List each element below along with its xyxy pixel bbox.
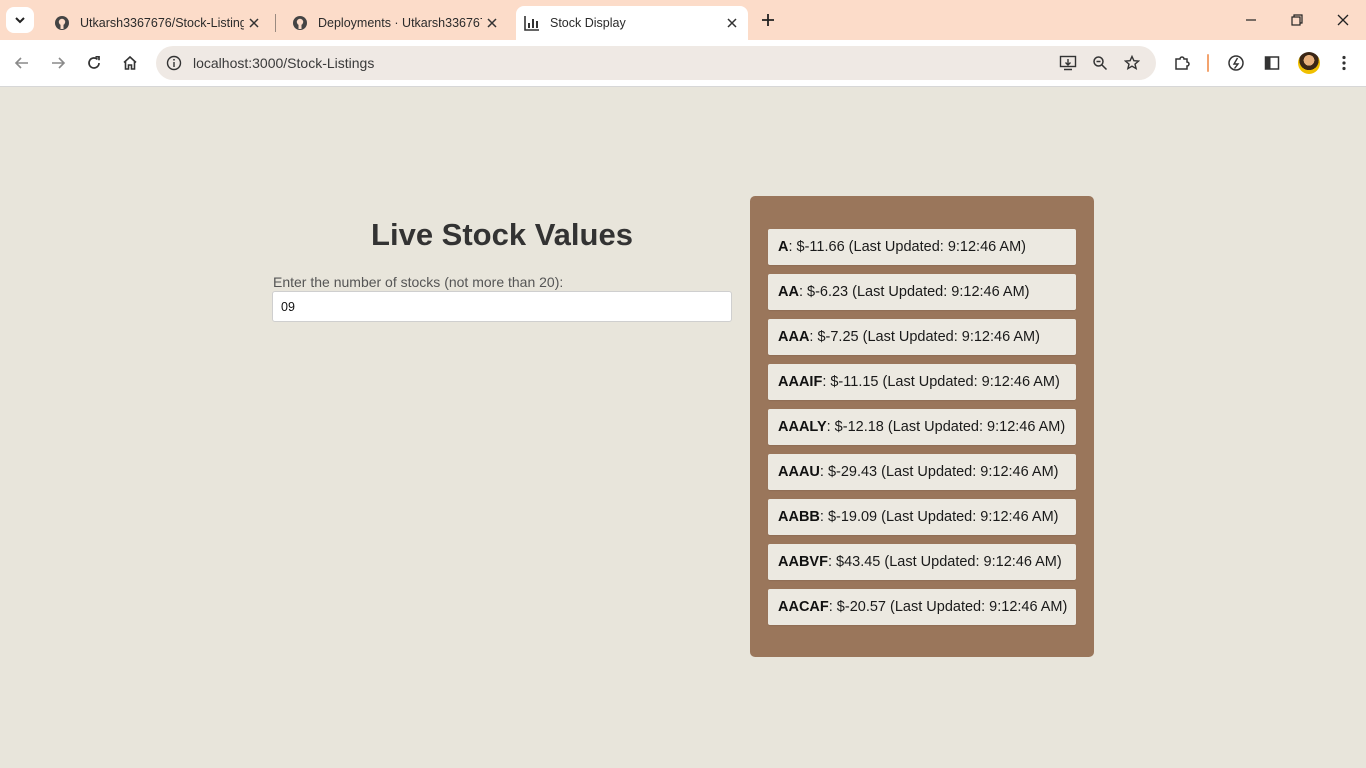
chevron-down-icon <box>15 17 25 24</box>
close-window-button[interactable] <box>1329 6 1357 34</box>
stock-symbol: AAALY <box>778 419 827 435</box>
tab-stock-display[interactable]: Stock Display <box>516 6 748 40</box>
stock-count-label: Enter the number of stocks (not more tha… <box>273 274 564 290</box>
stock-item: AABVF: $43.45 (Last Updated: 9:12:46 AM) <box>768 544 1076 580</box>
back-button[interactable] <box>8 49 36 77</box>
stock-details: : $-6.23 (Last Updated: 9:12:46 AM) <box>798 284 1030 300</box>
page-content: Live Stock Values Enter the number of st… <box>0 87 1366 768</box>
tab-divider <box>275 14 276 32</box>
reload-button[interactable] <box>80 49 108 77</box>
stock-symbol: AABVF <box>778 554 828 570</box>
zoom-icon[interactable] <box>1090 53 1110 73</box>
tab-title: Utkarsh3367676/Stock-Listings <box>80 16 244 30</box>
performance-button[interactable] <box>1222 49 1250 77</box>
stock-details: : $-12.18 (Last Updated: 9:12:46 AM) <box>826 419 1066 435</box>
side-panel-button[interactable] <box>1258 49 1286 77</box>
plus-icon <box>762 14 774 26</box>
stock-details: : $-29.43 (Last Updated: 9:12:46 AM) <box>819 464 1059 480</box>
stock-symbol: AAAIF <box>778 374 823 390</box>
home-icon <box>123 55 137 70</box>
page-title: Live Stock Values <box>371 217 633 252</box>
stock-item: AABB: $-19.09 (Last Updated: 9:12:46 AM) <box>768 499 1076 535</box>
stock-symbol: AAA <box>778 329 810 345</box>
arrow-left-icon <box>14 57 28 69</box>
bookmark-star-icon[interactable] <box>1122 53 1142 73</box>
kebab-menu-icon <box>1342 55 1346 71</box>
install-app-icon[interactable] <box>1058 53 1078 73</box>
site-info-icon[interactable] <box>164 53 184 73</box>
speedometer-icon <box>1228 55 1244 71</box>
stock-details: : $43.45 (Last Updated: 9:12:46 AM) <box>827 554 1062 570</box>
stock-symbol: AAAU <box>778 464 820 480</box>
extensions-button[interactable] <box>1168 49 1196 77</box>
stock-item: AAALY: $-12.18 (Last Updated: 9:12:46 AM… <box>768 409 1076 445</box>
close-icon[interactable] <box>482 13 502 33</box>
close-icon[interactable] <box>722 13 742 33</box>
tab-stock-listings[interactable]: Utkarsh3367676/Stock-Listings <box>42 6 270 40</box>
stock-count-input[interactable] <box>272 291 732 322</box>
tab-title: Stock Display <box>550 16 626 30</box>
stock-item: AAAIF: $-11.15 (Last Updated: 9:12:46 AM… <box>768 364 1076 400</box>
restore-icon <box>1291 14 1303 26</box>
toolbar-divider <box>1207 54 1209 72</box>
stock-list-panel: A: $-11.66 (Last Updated: 9:12:46 AM) AA… <box>750 196 1094 657</box>
stock-symbol: AA <box>778 284 799 300</box>
reload-icon <box>88 55 100 69</box>
stock-details: : $-7.25 (Last Updated: 9:12:46 AM) <box>809 329 1040 345</box>
forward-button[interactable] <box>44 49 72 77</box>
github-icon <box>292 15 308 31</box>
stock-item: AAAU: $-29.43 (Last Updated: 9:12:46 AM) <box>768 454 1076 490</box>
arrow-right-icon <box>52 57 66 69</box>
stock-item: A: $-11.66 (Last Updated: 9:12:46 AM) <box>768 229 1076 265</box>
side-panel-icon <box>1264 56 1280 70</box>
close-icon <box>1337 14 1349 26</box>
minimize-icon <box>1246 19 1256 21</box>
stock-details: : $-20.57 (Last Updated: 9:12:46 AM) <box>828 599 1068 615</box>
browser-toolbar: localhost:3000/Stock-Listings <box>0 40 1366 87</box>
stock-item: AACAF: $-20.57 (Last Updated: 9:12:46 AM… <box>768 589 1076 625</box>
stock-symbol: AACAF <box>778 599 829 615</box>
address-bar[interactable]: localhost:3000/Stock-Listings <box>156 46 1156 80</box>
github-icon <box>54 15 70 31</box>
close-icon[interactable] <box>244 13 264 33</box>
profile-avatar[interactable] <box>1298 52 1320 74</box>
puzzle-icon <box>1175 56 1190 70</box>
stock-symbol: AABB <box>778 509 820 525</box>
tab-deployments[interactable]: Deployments · Utkarsh3367676/ <box>280 6 508 40</box>
tab-title: Deployments · Utkarsh3367676/ <box>318 16 482 30</box>
stock-symbol: A <box>778 239 789 255</box>
stock-item: AA: $-6.23 (Last Updated: 9:12:46 AM) <box>768 274 1076 310</box>
tab-search-button[interactable] <box>6 7 34 33</box>
stock-item: AAA: $-7.25 (Last Updated: 9:12:46 AM) <box>768 319 1076 355</box>
minimize-button[interactable] <box>1237 6 1265 34</box>
restore-button[interactable] <box>1283 6 1311 34</box>
url-text: localhost:3000/Stock-Listings <box>193 55 375 71</box>
home-button[interactable] <box>116 49 144 77</box>
stock-details: : $-11.15 (Last Updated: 9:12:46 AM) <box>822 374 1060 390</box>
stock-details: : $-11.66 (Last Updated: 9:12:46 AM) <box>788 239 1026 255</box>
tab-strip: Utkarsh3367676/Stock-Listings Deployment… <box>0 0 1366 40</box>
menu-button[interactable] <box>1330 49 1358 77</box>
stock-details: : $-19.09 (Last Updated: 9:12:46 AM) <box>819 509 1059 525</box>
chart-icon <box>524 15 540 31</box>
new-tab-button[interactable] <box>756 8 780 32</box>
